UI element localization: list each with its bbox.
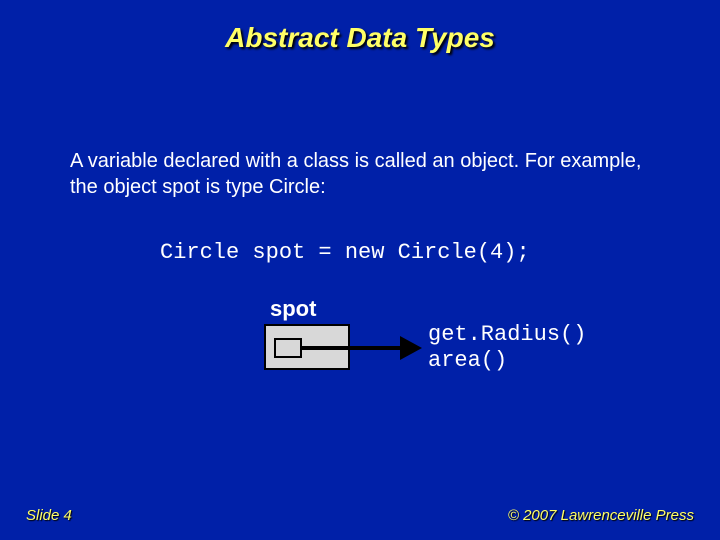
method-2: area() <box>428 348 586 374</box>
method-1: get.Radius() <box>428 322 586 348</box>
reference-box <box>274 338 302 358</box>
object-diagram: spot get.Radius() area() <box>258 296 578 396</box>
method-list: get.Radius() area() <box>428 322 586 375</box>
copyright: © 2007 Lawrenceville Press <box>508 507 694 524</box>
body-text: A variable declared with a class is call… <box>70 148 660 200</box>
code-example: Circle spot = new Circle(4); <box>160 240 530 265</box>
arrow-head-icon <box>400 336 422 360</box>
slide-number: Slide 4 <box>26 507 72 524</box>
arrow-shaft <box>302 346 404 350</box>
slide-title: Abstract Data Types <box>0 22 720 54</box>
object-label: spot <box>270 296 316 322</box>
